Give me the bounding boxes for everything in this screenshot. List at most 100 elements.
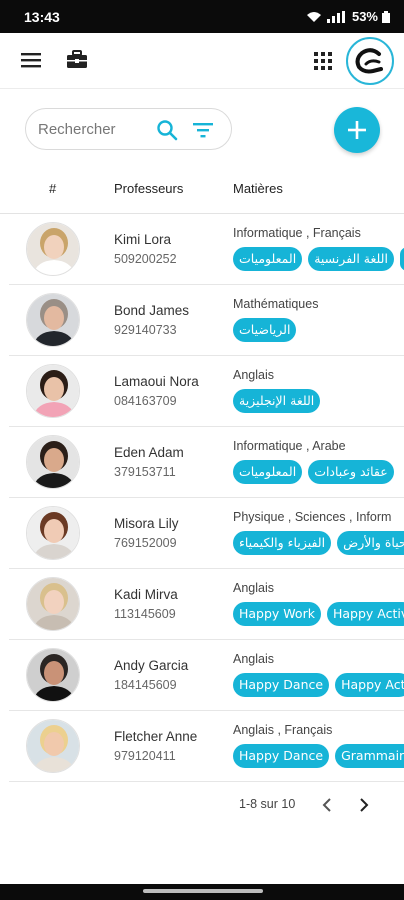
professor-name: Bond James: [114, 303, 190, 318]
professor-name: Kimi Lora: [114, 232, 172, 247]
subject-chips: اللغة الإنجليزية: [233, 389, 321, 413]
apps-grid-icon: [314, 52, 332, 70]
signal-icon: [326, 10, 345, 23]
professor-phone: 929140733: [114, 323, 177, 337]
subject-chip[interactable]: اللغة الفرنسية: [308, 247, 394, 271]
table-row[interactable]: Andy Garcia 184145609 Anglais Happy Dance Ha…: [9, 640, 404, 711]
chevron-left-icon: [322, 798, 331, 812]
subject-chips: المعلومياتاللغة الفرنسيةا: [233, 247, 404, 271]
subject-chip[interactable]: المعلوميات: [233, 247, 303, 271]
column-header-index: #: [49, 181, 57, 196]
subject-chips: Happy Work Happy Activ: [233, 602, 404, 626]
wifi-icon: [306, 11, 321, 22]
subject-chip[interactable]: اللغة الإنجليزية: [233, 389, 321, 413]
professor-phone: 509200252: [114, 252, 177, 266]
app-bar: [0, 33, 404, 89]
professor-name: Lamaoui Nora: [114, 374, 199, 389]
logo-icon: [355, 48, 383, 74]
professor-phone: 979120411: [114, 749, 176, 763]
column-header-subjects: Matières: [233, 181, 283, 196]
search-button[interactable]: [156, 119, 178, 141]
subject-chips: الفيزياء والكيمياءعلوم الحياة والأرض: [233, 531, 404, 555]
next-page-button[interactable]: [354, 795, 374, 815]
status-bar: 13:43 53%: [0, 0, 404, 33]
subject-chip[interactable]: Happy Work: [233, 602, 321, 626]
subjects-list: Informatique , Français: [233, 226, 361, 240]
search-box: [25, 108, 232, 150]
briefcase-button[interactable]: [64, 48, 90, 72]
subject-chip[interactable]: Happy Activ: [326, 602, 404, 626]
subject-chips: المعلوميات عقائد وعبادات: [233, 460, 394, 484]
subjects-list: Anglais: [233, 652, 274, 666]
professor-name: Kadi Mirva: [114, 587, 178, 602]
subject-chip[interactable]: الفيزياء والكيمياء: [233, 531, 332, 555]
subject-chips: Happy Dance Happy Act: [233, 673, 404, 697]
profile-logo-button[interactable]: [346, 37, 394, 85]
professor-name: Misora Lily: [114, 516, 179, 531]
apps-button[interactable]: [310, 48, 336, 74]
table-row[interactable]: Lamaoui Nora 084163709 Anglais اللغة الإنجل…: [9, 356, 404, 427]
filter-icon: [193, 123, 213, 138]
table-row[interactable]: Bond James 929140733 Mathématiques الرياضيا…: [9, 285, 404, 356]
subject-chip[interactable]: المعلوميات: [233, 460, 303, 484]
previous-page-button[interactable]: [318, 795, 338, 815]
avatar: [26, 648, 80, 702]
avatar: [26, 293, 80, 347]
professor-phone: 084163709: [114, 394, 177, 408]
menu-icon: [21, 53, 41, 68]
subjects-list: Anglais: [233, 581, 274, 595]
table-row[interactable]: Fletcher Anne 979120411 Anglais , Français…: [9, 711, 404, 782]
pagination: 1-8 sur 10: [0, 790, 404, 820]
subject-chips: الرياضيات: [233, 318, 297, 342]
table-row[interactable]: Kimi Lora 509200252 Informatique , Françai…: [9, 214, 404, 285]
table-row[interactable]: Kadi Mirva 113145609 Anglais Happy Work Happ…: [9, 569, 404, 640]
subject-chip[interactable]: الرياضيات: [233, 318, 297, 342]
professor-phone: 184145609: [114, 678, 177, 692]
professor-name: Eden Adam: [114, 445, 184, 460]
avatar: [26, 435, 80, 489]
subjects-list: Anglais: [233, 368, 274, 382]
professor-phone: 769152009: [114, 536, 177, 550]
chevron-right-icon: [360, 798, 369, 812]
professor-phone: 379153711: [114, 465, 176, 479]
status-time: 13:43: [24, 8, 60, 25]
subject-chip[interactable]: علوم الحياة والأرض: [337, 531, 404, 555]
subject-chip[interactable]: عقائد وعبادات: [308, 460, 394, 484]
professor-list: Kimi Lora 509200252 Informatique , Françai…: [9, 214, 404, 782]
avatar: [26, 364, 80, 418]
column-header-professors: Professeurs: [114, 181, 184, 196]
subjects-list: Mathématiques: [233, 297, 319, 311]
search-icon: [157, 120, 178, 141]
professor-phone: 113145609: [114, 607, 176, 621]
professor-name: Andy Garcia: [114, 658, 189, 673]
subject-chips: Happy DanceGrammaire: [233, 744, 404, 768]
menu-button[interactable]: [18, 49, 44, 71]
search-input[interactable]: [38, 120, 148, 138]
battery-icon: [382, 10, 390, 23]
add-professor-button[interactable]: [334, 107, 380, 153]
system-nav-bar: [0, 884, 404, 900]
briefcase-icon: [67, 50, 87, 68]
table-row[interactable]: Eden Adam 379153711 Informatique , Arabe ال…: [9, 427, 404, 498]
battery-percent: 53%: [351, 9, 378, 24]
home-gesture-handle[interactable]: [143, 889, 263, 893]
avatar: [26, 719, 80, 773]
subjects-list: Informatique , Arabe: [233, 439, 346, 453]
avatar: [26, 222, 80, 276]
subject-chip[interactable]: Happy Dance: [233, 744, 330, 768]
subject-chip[interactable]: Grammaire: [335, 744, 404, 768]
status-indicators: 53%: [306, 9, 390, 24]
subject-chip[interactable]: Happy Dance: [233, 673, 330, 697]
plus-icon: [348, 121, 366, 139]
page-range-info: 1-8 sur 10: [239, 797, 296, 811]
avatar: [26, 506, 80, 560]
subjects-list: Physique , Sciences , Inform: [233, 510, 392, 524]
filter-button[interactable]: [192, 120, 214, 140]
subject-chip[interactable]: Happy Act: [335, 673, 404, 697]
subjects-list: Anglais , Français: [233, 723, 333, 737]
subject-chip[interactable]: ا: [399, 247, 404, 271]
professor-name: Fletcher Anne: [114, 729, 198, 744]
table-header: # Professeurs Matières: [0, 168, 404, 214]
table-row[interactable]: Misora Lily 769152009 Physique , Sciences …: [9, 498, 404, 569]
avatar: [26, 577, 80, 631]
